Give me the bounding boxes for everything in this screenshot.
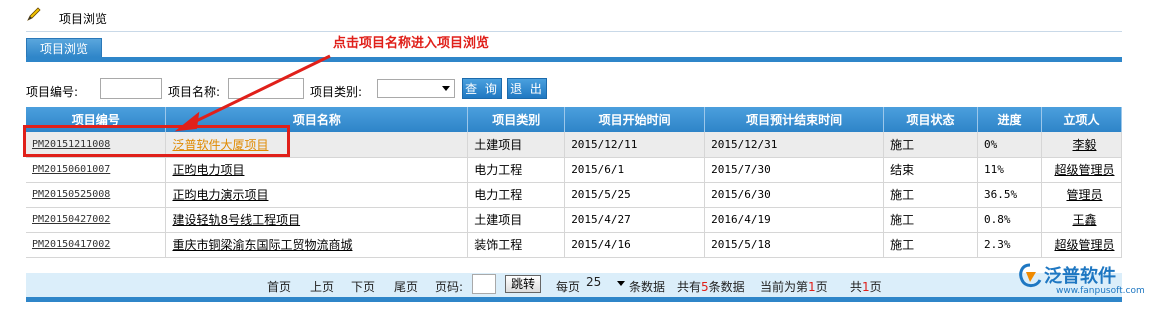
header-start: 项目开始时间 — [564, 107, 706, 132]
project-name-link[interactable]: 正昀电力演示项目 — [165, 182, 469, 208]
project-status: 施工 — [883, 132, 978, 158]
project-end: 2015/5/18 — [704, 232, 885, 258]
project-type: 装饰工程 — [467, 232, 566, 258]
project-progress: 0% — [977, 132, 1042, 158]
project-status: 施工 — [883, 182, 978, 208]
project-type: 电力工程 — [467, 182, 566, 208]
first-page-link[interactable]: 首页 — [267, 278, 291, 295]
project-owner-link[interactable]: 管理员 — [1041, 182, 1123, 208]
logo-mark-icon — [1019, 263, 1042, 288]
type-select[interactable] — [377, 79, 455, 98]
project-code-link[interactable]: PM20150417002 — [26, 232, 167, 258]
project-start: 2015/4/16 — [564, 232, 706, 258]
project-owner-link[interactable]: 李毅 — [1041, 132, 1123, 158]
page-title: 项目浏览 — [59, 12, 108, 26]
page-number-input[interactable] — [472, 274, 496, 294]
pager-bar: 首页 上页 下页 尾页 页码: 跳转 每页 25 条数据 共有5条数据 当前为第… — [26, 273, 1122, 302]
tab-project-browse[interactable]: 项目浏览 — [26, 38, 102, 58]
project-owner-link[interactable]: 超级管理员 — [1041, 232, 1123, 258]
project-status: 施工 — [883, 232, 978, 258]
logo-url: www.fanpusoft.com — [1056, 286, 1145, 296]
project-owner-link[interactable]: 超级管理员 — [1041, 157, 1123, 183]
last-page-link[interactable]: 尾页 — [394, 278, 418, 295]
project-start: 2015/4/27 — [564, 207, 706, 233]
header-progress: 进度 — [977, 107, 1042, 132]
annotation-text: 点击项目名称进入项目浏览 — [333, 36, 490, 51]
project-progress: 0.8% — [977, 207, 1042, 233]
per-page-prefix: 每页 — [556, 280, 581, 294]
project-name-link[interactable]: 正昀电力项目 — [165, 157, 469, 183]
title-bar: 项目浏览 — [0, 0, 1154, 32]
header-owner: 立项人 — [1041, 107, 1123, 132]
table-row: PM20150601007 正昀电力项目 电力工程 2015/6/1 2015/… — [26, 157, 1123, 183]
project-progress: 36.5% — [977, 182, 1042, 208]
jump-button[interactable]: 跳转 — [505, 275, 541, 293]
query-button[interactable]: 查 询 — [462, 78, 502, 99]
pager-underline — [26, 297, 1122, 302]
company-logo: 泛普软件 www.fanpusoft.com — [1016, 262, 1148, 302]
page-label: 页码: — [435, 280, 464, 294]
page-size-select[interactable]: 25 — [584, 275, 628, 293]
exit-button[interactable]: 退 出 — [507, 78, 547, 99]
project-status: 施工 — [883, 207, 978, 233]
divider — [26, 31, 1122, 32]
header-status: 项目状态 — [883, 107, 978, 132]
project-end: 2015/7/30 — [704, 157, 885, 183]
project-status: 结束 — [883, 157, 978, 183]
annotation-arrow-icon — [174, 54, 331, 132]
header-end: 项目预计结束时间 — [704, 107, 885, 132]
code-label: 项目编号: — [26, 85, 79, 99]
next-page-link[interactable]: 下页 — [351, 278, 375, 295]
chevron-down-icon — [442, 86, 450, 91]
project-type: 土建项目 — [467, 132, 566, 158]
table-row: PM20150525008 正昀电力演示项目 电力工程 2015/5/25 20… — [26, 182, 1123, 208]
project-start: 2015/12/11 — [564, 132, 706, 158]
project-type: 土建项目 — [467, 207, 566, 233]
project-code-link[interactable]: PM20150427002 — [26, 207, 167, 233]
current-page-info: 当前为第1页 — [760, 280, 828, 294]
project-owner-link[interactable]: 王鑫 — [1041, 207, 1123, 233]
project-start: 2015/6/1 — [564, 157, 706, 183]
per-page-suffix: 条数据 — [629, 280, 666, 294]
total-pages: 共1页 — [850, 280, 882, 294]
project-start: 2015/5/25 — [564, 182, 706, 208]
project-end: 2015/12/31 — [704, 132, 885, 158]
total-records: 共有5条数据 — [677, 280, 745, 294]
page-size-value: 25 — [586, 275, 602, 289]
project-end: 2016/4/19 — [704, 207, 885, 233]
project-code-link[interactable]: PM20150525008 — [26, 182, 167, 208]
project-progress: 2.3% — [977, 232, 1042, 258]
project-name-link[interactable]: 建设轻轨8号线工程项目 — [165, 207, 469, 233]
pen-icon — [27, 7, 41, 21]
chevron-down-icon — [617, 281, 625, 286]
project-name-link[interactable]: 重庆市铜梁渝东国际工贸物流商城 — [165, 232, 469, 258]
project-code-link[interactable]: PM20150601007 — [26, 157, 167, 183]
header-type: 项目类别 — [467, 107, 566, 132]
project-end: 2015/6/30 — [704, 182, 885, 208]
project-progress: 11% — [977, 157, 1042, 183]
table-row: PM20150427002 建设轻轨8号线工程项目 土建项目 2015/4/27… — [26, 207, 1123, 233]
project-type: 电力工程 — [467, 157, 566, 183]
logo-name: 泛普软件 — [1044, 266, 1116, 287]
table-row: PM20150417002 重庆市铜梁渝东国际工贸物流商城 装饰工程 2015/… — [26, 232, 1123, 258]
prev-page-link[interactable]: 上页 — [310, 278, 334, 295]
